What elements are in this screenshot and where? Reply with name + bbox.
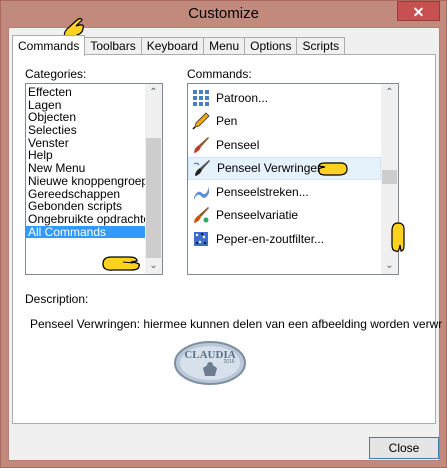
category-item[interactable]: Gebonden scripts — [26, 200, 145, 213]
command-item[interactable]: Penseelstreken... — [188, 180, 381, 204]
pointing-hand-icon — [318, 161, 348, 176]
command-label: Penseel Verwringen — [217, 161, 324, 176]
category-item[interactable]: New Menu — [26, 162, 145, 175]
salt-pepper-filter-icon — [194, 231, 208, 246]
pen-icon — [192, 112, 210, 130]
scroll-thumb[interactable] — [382, 170, 397, 184]
categories-listbox[interactable]: Effecten Lagen Objecten Selecties Venste… — [25, 83, 163, 275]
command-label: Penseelstreken... — [216, 184, 309, 199]
watermark-subtext: 2016 — [223, 359, 234, 365]
tab-scripts[interactable]: Scripts — [296, 37, 346, 55]
commands-listbox[interactable]: Patroon... Pen Penseel Penseel Verwringe… — [187, 83, 399, 275]
command-item[interactable]: Penseel — [188, 133, 381, 157]
pointing-hand-icon — [102, 256, 140, 271]
claudia-watermark-logo: CLAUDIA 2016 — [174, 341, 246, 385]
command-label: Peper-en-zoutfilter... — [216, 231, 325, 246]
category-item[interactable]: Nieuwe knoppengroep — [26, 175, 148, 188]
description-label: Description: — [25, 292, 89, 306]
tab-strip: Commands Toolbars Keyboard Menu Options … — [12, 35, 346, 56]
window-close-button[interactable]: ✕ — [397, 1, 440, 21]
command-label: Patroon... — [216, 90, 269, 105]
command-label: Pen — [216, 114, 238, 129]
tab-commands[interactable]: Commands — [12, 35, 86, 56]
brush-variance-icon — [194, 207, 209, 224]
category-item-selected[interactable]: All Commands — [26, 225, 145, 239]
scroll-thumb[interactable] — [146, 138, 161, 258]
command-item-selected[interactable]: Penseel Verwringen — [188, 156, 381, 180]
command-label: Penseelvariatie — [216, 208, 299, 223]
dialog-body: Commands Toolbars Keyboard Menu Options … — [8, 27, 442, 461]
scroll-down-icon[interactable]: ⌄ — [381, 257, 398, 274]
category-item[interactable]: Ongebruikte opdrachten — [26, 213, 157, 226]
pattern-grid-icon — [193, 89, 209, 106]
category-item[interactable]: Selecties — [26, 124, 145, 137]
pointing-hand-icon — [391, 222, 405, 252]
brush-icon — [194, 136, 209, 153]
warp-brush-icon — [193, 160, 210, 177]
categories-label: Categories: — [25, 67, 87, 81]
command-item[interactable]: Patroon... — [188, 86, 381, 110]
scroll-down-icon[interactable]: ⌄ — [145, 257, 162, 274]
command-item[interactable]: Penseelvariatie — [188, 204, 381, 228]
tab-menu[interactable]: Menu — [203, 37, 246, 55]
tab-keyboard[interactable]: Keyboard — [140, 37, 205, 55]
command-item[interactable]: Peper-en-zoutfilter... — [188, 227, 381, 251]
commands-tab-panel: Categories: Effecten Lagen Objecten Sele… — [12, 54, 442, 424]
description-text: Penseel Verwringen: hiermee kunnen delen… — [30, 317, 443, 331]
commands-label: Commands: — [187, 67, 252, 81]
close-button[interactable]: Close — [369, 437, 439, 459]
customize-window: Customize ✕ Commands Toolbars Keyboard M… — [0, 0, 447, 468]
scroll-up-icon[interactable]: ⌃ — [145, 84, 162, 101]
category-item[interactable]: Effecten — [26, 86, 145, 99]
categories-scrollbar[interactable]: ⌃ ⌄ — [145, 84, 162, 274]
command-item[interactable]: Pen — [188, 110, 381, 134]
tab-options[interactable]: Options — [244, 37, 298, 55]
scroll-up-icon[interactable]: ⌃ — [381, 84, 398, 101]
command-label: Penseel — [216, 137, 260, 152]
tab-toolbars[interactable]: Toolbars — [84, 37, 142, 55]
brush-strokes-icon — [194, 186, 209, 200]
